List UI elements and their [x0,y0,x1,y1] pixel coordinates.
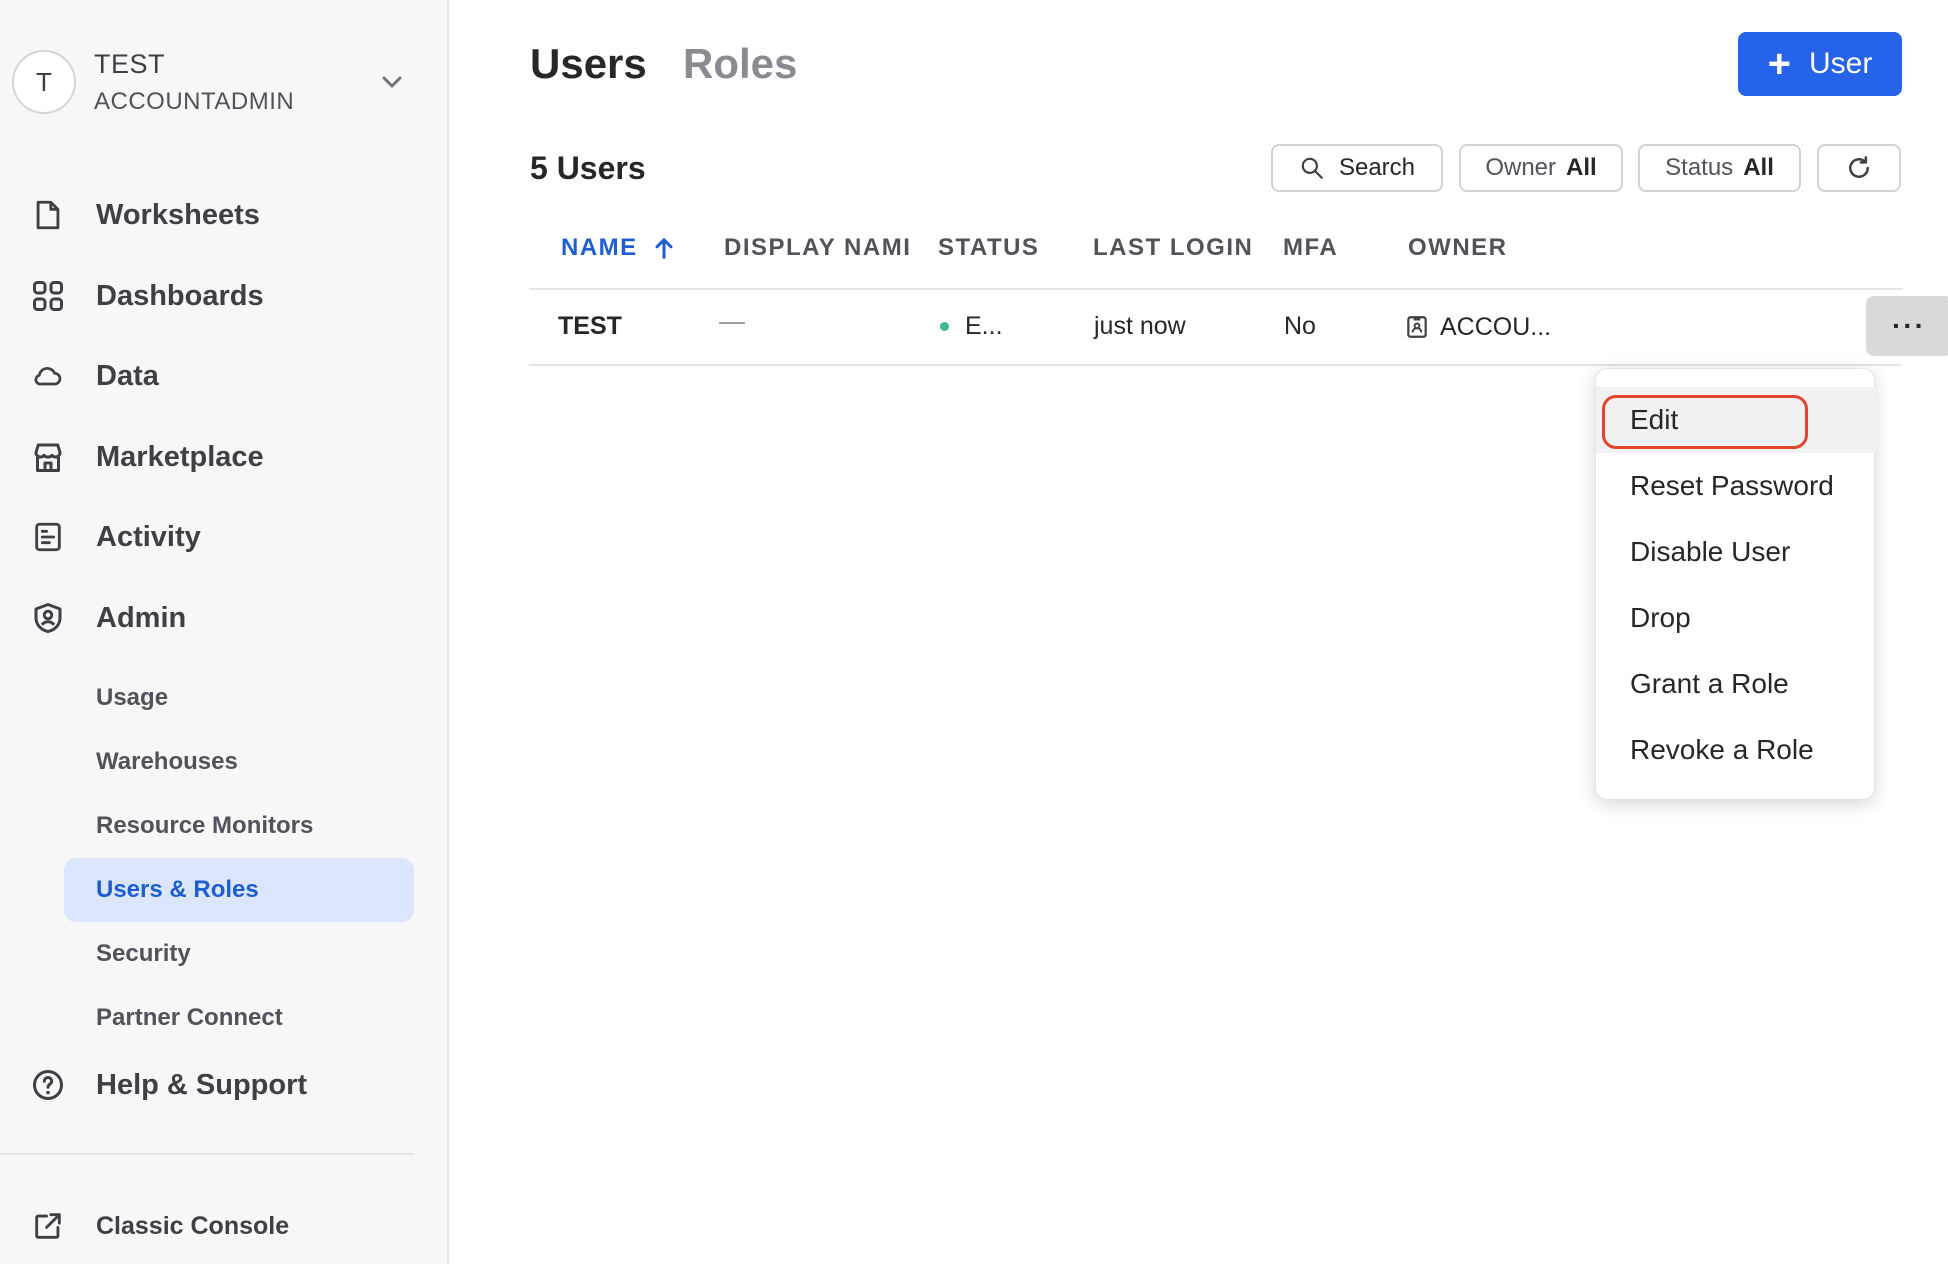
sidebar-item-label: Resource Monitors [96,812,314,839]
cell-owner: ACCOU... [1404,312,1551,342]
search-label: Search [1338,154,1416,181]
menu-item-label: Revoke a Role [1630,734,1814,765]
sidebar-item-help-support[interactable]: Help & Support [0,1055,447,1115]
menu-item-reset-password[interactable]: Reset Password [1596,453,1876,519]
column-header-mfa[interactable]: MFA [1283,234,1338,262]
avatar: T [12,50,76,114]
chevron-down-icon[interactable] [376,66,408,98]
sidebar-item-label: Dashboards [96,279,264,312]
status-filter-label: Status [1665,154,1734,181]
account-switcher[interactable]: T TEST ACCOUNTADMIN [12,44,432,120]
menu-item-disable-user[interactable]: Disable User [1596,519,1876,585]
cell-last-login: just now [1094,312,1186,340]
grid-icon [28,276,68,316]
menu-item-revoke-role[interactable]: Revoke a Role [1596,717,1876,783]
sidebar-item-usage[interactable]: Usage [64,666,414,730]
status-filter[interactable]: Status All [1638,144,1801,192]
sidebar-divider [0,1153,414,1155]
shield-icon [28,598,68,638]
sidebar-item-label: Security [96,940,191,967]
sidebar-item-resource-monitors[interactable]: Resource Monitors [64,794,414,858]
refresh-button[interactable] [1817,144,1901,192]
menu-item-label: Reset Password [1630,470,1834,501]
owner-filter[interactable]: Owner All [1459,144,1623,192]
sidebar-item-label: Usage [96,684,169,711]
sidebar-item-dashboards[interactable]: Dashboards [0,266,447,326]
column-header-last-login[interactable]: LAST LOGIN [1093,234,1253,262]
status-filter-value: All [1743,154,1774,181]
sidebar-item-label: Warehouses [96,748,238,775]
sidebar-item-classic-console[interactable]: Classic Console [0,1196,447,1256]
column-header-owner[interactable]: OWNER [1408,234,1508,262]
plus-icon: + [1767,42,1791,86]
account-info: TEST ACCOUNTADMIN [94,46,294,119]
tab-roles[interactable]: Roles [683,40,797,88]
menu-item-label: Drop [1630,602,1691,633]
status-text: E... [965,312,1003,340]
menu-item-edit[interactable]: Edit [1596,387,1876,453]
search-button[interactable]: Search [1271,144,1443,192]
add-user-button[interactable]: + User [1738,32,1902,96]
column-header-label: NAME [561,234,638,261]
owner-filter-label: Owner [1485,154,1556,181]
add-user-label: User [1809,47,1873,80]
menu-item-label: Disable User [1630,536,1791,567]
owner-filter-value: All [1566,154,1597,181]
search-icon [1301,157,1323,179]
sidebar-item-label: Classic Console [96,1211,290,1240]
sidebar-item-admin[interactable]: Admin [0,588,447,648]
cell-display-name-empty [719,322,745,324]
sidebar-item-label: Marketplace [96,440,264,473]
role-badge-icon [1407,316,1427,338]
row-actions-menu: Edit Reset Password Disable User Drop Gr… [1595,368,1876,800]
sidebar-item-partner-connect[interactable]: Partner Connect [64,986,414,1050]
account-role: ACCOUNTADMIN [94,88,295,116]
file-icon [28,195,68,235]
sidebar-item-worksheets[interactable]: Worksheets [0,185,447,245]
sidebar-item-users-roles[interactable]: Users & Roles [64,858,414,922]
external-link-icon [28,1206,68,1246]
sidebar-item-security[interactable]: Security [64,922,414,986]
sidebar: T TEST ACCOUNTADMIN Worksheets Dashboard… [0,0,449,1264]
activity-icon [28,517,68,557]
cloud-icon [28,356,68,396]
account-name: TEST [94,48,166,79]
sidebar-item-label: Help & Support [96,1068,308,1101]
cell-status: E... [940,312,1003,341]
help-icon [28,1065,68,1105]
tab-users[interactable]: Users [530,40,647,88]
column-header-name[interactable]: NAME [561,234,678,262]
menu-item-grant-role[interactable]: Grant a Role [1596,651,1876,717]
sidebar-item-label: Partner Connect [96,1004,283,1031]
refresh-icon [1849,156,1869,178]
sidebar-item-warehouses[interactable]: Warehouses [64,730,414,794]
sort-ascending-icon [655,238,673,259]
menu-item-label: Grant a Role [1630,668,1789,699]
status-dot [940,322,949,331]
sidebar-item-label: Users & Roles [96,876,259,903]
menu-item-drop[interactable]: Drop [1596,585,1876,651]
sidebar-item-marketplace[interactable]: Marketplace [0,427,447,487]
column-header-display-name[interactable]: DISPLAY NAMI [724,234,911,262]
sidebar-item-label: Activity [96,520,201,553]
owner-text: ACCOU... [1440,312,1552,341]
sidebar-item-label: Admin [96,601,187,634]
column-header-status[interactable]: STATUS [938,234,1039,262]
user-count: 5 Users [530,150,646,186]
store-icon [28,437,68,477]
sidebar-item-label: Data [96,359,159,392]
cell-name: TEST [558,312,622,340]
sidebar-item-activity[interactable]: Activity [0,507,447,567]
sidebar-item-data[interactable]: Data [0,346,447,406]
edit-highlight-outline [1602,395,1808,449]
main-content: Users Roles + User 5 Users Search Owner … [451,0,1948,1264]
more-actions-button[interactable]: ··· [1866,296,1948,356]
sidebar-item-label: Worksheets [96,198,260,231]
cell-mfa: No [1284,312,1316,340]
table-row[interactable]: TEST E... just now No ACCOU... ··· [529,290,1948,366]
